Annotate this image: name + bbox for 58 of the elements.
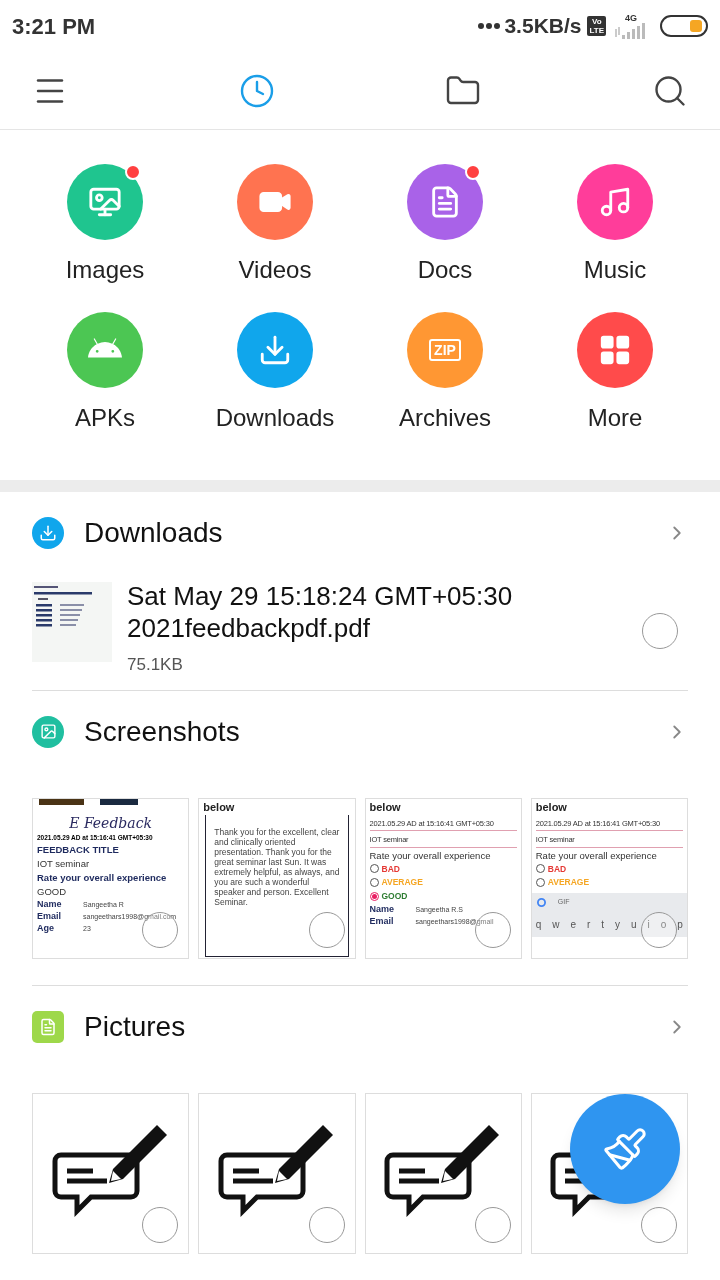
music-note-icon — [598, 185, 632, 219]
thumbnail-text: IOT seminar — [37, 858, 91, 871]
notification-dots-icon — [478, 22, 501, 30]
section-title: Screenshots — [84, 714, 240, 749]
thumbnail-text: Rate your overall experience — [369, 849, 492, 862]
screenshot-thumbnail[interactable] — [198, 797, 356, 959]
thumbnail-text: Age — [37, 923, 55, 935]
category-button[interactable]: ZIP Archives — [360, 312, 530, 436]
thumbnail-text: Thank you for the excellent, clear and clinically oriented presentation. Thank you for the great seminar last Sun. It was extremely helpful, as always, and you are such a wonderful speaker and person. Excellent Seminar. — [214, 827, 340, 907]
category-button[interactable]: Music — [530, 164, 700, 288]
thumbnail-text: Rate your overall experience — [37, 872, 168, 885]
picture-thumbnail[interactable] — [198, 1092, 356, 1254]
picture-icon — [32, 1010, 64, 1043]
thumbnail-text: Name — [37, 899, 63, 911]
screenshot-icon — [32, 715, 64, 748]
thumbnail-text: AVERAGE — [547, 876, 590, 889]
section-title: Downloads — [84, 516, 223, 550]
category-button[interactable]: APKs — [20, 312, 190, 436]
thumbnail-text: Email — [369, 915, 395, 927]
category-button[interactable]: More — [530, 312, 700, 436]
download-icon — [32, 517, 64, 549]
thumbnail-text: AVERAGE — [381, 876, 423, 889]
battery-icon — [660, 15, 708, 37]
network-type: 4G — [625, 13, 637, 23]
thumbnail-text: BAD — [381, 862, 400, 876]
grid-icon — [598, 333, 632, 367]
thumbnail-header: below — [369, 799, 402, 815]
thumbnail-text: FEEDBACK TITLE — [37, 844, 120, 857]
category-button[interactable]: Images — [20, 164, 190, 288]
thumbnail-text: BAD — [547, 862, 567, 876]
zip-icon: ZIP — [429, 339, 461, 361]
thumbnail-text: Email — [37, 911, 62, 923]
file-size: 75.1KB — [127, 654, 184, 676]
volte-badge: Vo LTE — [587, 16, 606, 36]
image-icon — [88, 185, 122, 219]
thumbnail-title: E Feedback — [68, 814, 153, 831]
clock-icon[interactable] — [238, 72, 275, 109]
category-button[interactable]: Videos — [190, 164, 360, 288]
google-icon — [536, 897, 546, 907]
thumbnail-text: GOOD — [381, 890, 408, 903]
status-time: 3:21 PM — [12, 12, 96, 41]
thumbnail-header: below — [535, 799, 568, 815]
network-speed: 3.5KB/s — [504, 13, 582, 40]
section-title: Pictures — [84, 1009, 186, 1044]
signal-icon — [614, 23, 648, 39]
thumbnail-text: Rate your overall experience — [535, 849, 658, 862]
picture-thumbnail[interactable] — [32, 1092, 190, 1254]
thumbnail-text: GOOD — [37, 886, 68, 899]
thumbnail-text: Name — [369, 903, 395, 915]
download-icon — [258, 333, 292, 367]
category-button[interactable]: Docs — [360, 164, 530, 288]
brush-icon — [602, 1126, 648, 1172]
file-name: Sat May 29 15:18:24 GMT+05:30 2021feedbackpdf.pdf — [127, 580, 514, 644]
keyboard: q w e r t y u i o p — [531, 911, 687, 937]
thumbnail-header: below — [203, 799, 236, 815]
picture-thumbnail[interactable] — [364, 1092, 522, 1254]
file-row[interactable]: Sat May 29 15:18:24 GMT+05:30 2021feedbackpdf.pdf 75.1KB — [32, 578, 688, 691]
category-button[interactable]: Downloads — [190, 312, 360, 436]
